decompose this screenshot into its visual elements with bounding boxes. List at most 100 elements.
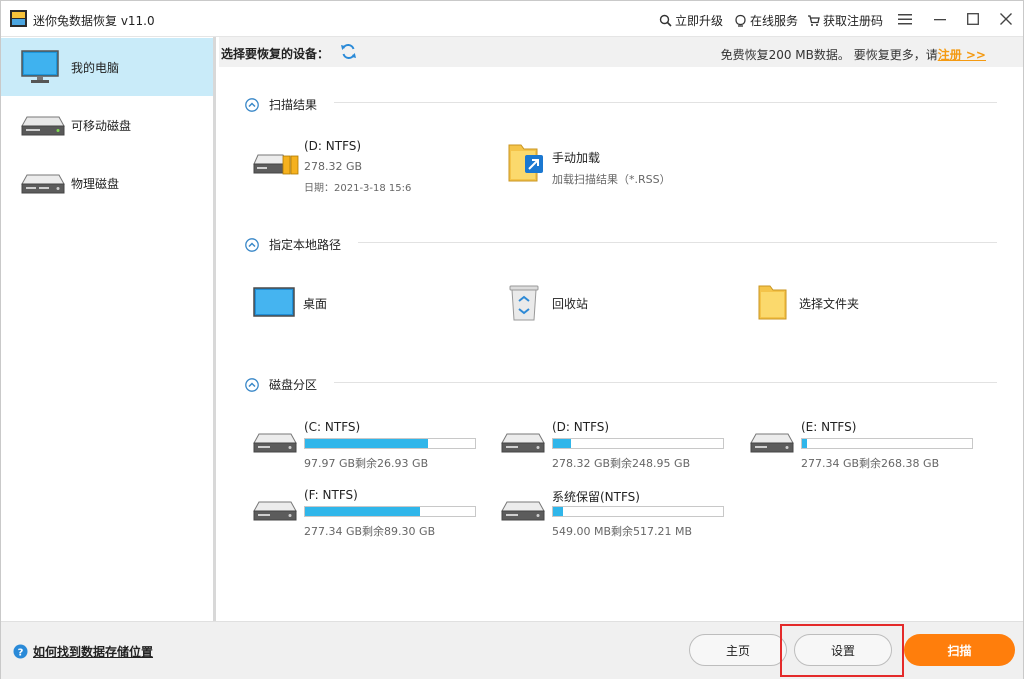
close-button[interactable]	[994, 7, 1018, 31]
recycle-bin-label: 回收站	[552, 297, 589, 311]
search-icon	[659, 14, 672, 27]
section-divider	[358, 242, 997, 243]
section-divider	[334, 102, 997, 103]
monitor-icon	[21, 50, 59, 83]
online-service-label: 在线服务	[750, 14, 799, 28]
home-button[interactable]: 主页	[689, 634, 787, 666]
desktop-item[interactable]: 桌面	[253, 285, 453, 319]
partition-name: (E: NTFS)	[801, 420, 857, 434]
partition-usage-fill	[802, 439, 808, 448]
removable-drive-icon	[21, 116, 65, 136]
device-header-title: 选择要恢复的设备：	[221, 47, 330, 61]
sidebar-item-label: 可移动磁盘	[71, 118, 132, 133]
partition-item[interactable]: 系统保留(NTFS) 549.00 MB剩余517.21 MB	[501, 487, 731, 538]
partition-usage-bar	[801, 438, 973, 449]
app-window: 迷你兔数据恢复 v11.0 立即升级 在线服务 获取注册码 我的电脑 可移动磁盘…	[0, 0, 1024, 679]
maximize-button[interactable]	[961, 7, 985, 31]
minimize-icon	[934, 19, 946, 21]
hard-drive-icon	[501, 501, 545, 521]
cart-icon	[808, 15, 820, 26]
partition-detail: 277.34 GB剩余89.30 GB	[304, 525, 436, 538]
section-title: 扫描结果	[269, 98, 318, 112]
manual-load-title: 手动加载	[552, 151, 601, 165]
scan-result-name: (D: NTFS)	[304, 139, 362, 153]
chat-icon	[735, 14, 746, 27]
hard-drive-icon	[253, 433, 297, 453]
minimize-button[interactable]	[928, 7, 952, 31]
partition-item[interactable]: (D: NTFS) 278.32 GB剩余248.95 GB	[501, 419, 731, 470]
scan-result-date: 日期：2021-3-18 15:6	[304, 183, 412, 194]
free-quota-text: 免费恢复200 MB数据。 要恢复更多，请	[720, 48, 938, 62]
partition-detail: 278.32 GB剩余248.95 GB	[552, 457, 691, 470]
register-link[interactable]: 注册 >>	[938, 48, 986, 62]
section-partitions[interactable]: 磁盘分区	[245, 376, 317, 393]
window-title: 迷你兔数据恢复 v11.0	[33, 14, 155, 28]
sidebar-item-my-computer[interactable]: 我的电脑	[1, 38, 213, 96]
help-icon: ?	[13, 644, 28, 659]
desktop-icon	[253, 287, 295, 317]
partition-name: (F: NTFS)	[304, 488, 358, 502]
partition-usage-fill	[553, 507, 563, 516]
partition-usage-bar	[304, 438, 476, 449]
partition-usage-fill	[305, 507, 421, 516]
manual-load-item[interactable]: 手动加载 加载扫描结果（*.RSS）	[507, 141, 707, 187]
partition-detail: 549.00 MB剩余517.21 MB	[552, 525, 693, 538]
hard-drive-icon	[501, 433, 545, 453]
sidebar-item-label: 我的电脑	[71, 60, 120, 75]
partition-item[interactable]: (F: NTFS) 277.34 GB剩余89.30 GB	[253, 487, 483, 538]
manual-load-subtitle: 加载扫描结果（*.RSS）	[552, 173, 671, 186]
refresh-icon[interactable]	[340, 43, 357, 60]
physical-disk-icon	[21, 174, 65, 194]
folder-icon	[758, 285, 787, 320]
maximize-icon	[967, 13, 979, 25]
partition-detail: 97.97 GB剩余26.93 GB	[304, 457, 429, 470]
scan-button[interactable]: 扫描	[904, 634, 1015, 666]
partition-detail: 277.34 GB剩余268.38 GB	[801, 457, 940, 470]
sidebar-item-label: 物理磁盘	[71, 176, 120, 191]
get-license-label: 获取注册码	[823, 14, 884, 28]
settings-highlight-box	[780, 624, 904, 677]
menu-button[interactable]	[893, 7, 917, 31]
scan-result-item[interactable]: (D: NTFS) 278.32 GB 日期：2021-3-18 15:6	[253, 137, 453, 195]
collapse-chevron-icon	[245, 97, 259, 112]
sidebar: 我的电脑 可移动磁盘 物理磁盘	[1, 37, 216, 621]
select-folder-item[interactable]: 选择文件夹	[757, 283, 957, 321]
close-icon	[1000, 13, 1012, 25]
hard-drive-icon	[750, 433, 794, 453]
recycle-bin-item[interactable]: 回收站	[507, 283, 707, 321]
partition-usage-fill	[305, 439, 429, 448]
partition-item[interactable]: (C: NTFS) 97.97 GB剩余26.93 GB	[253, 419, 483, 470]
help-link[interactable]: ? 如何找到数据存储位置	[13, 643, 153, 660]
partition-name: 系统保留(NTFS)	[552, 490, 640, 504]
upgrade-button[interactable]: 立即升级	[659, 12, 723, 29]
sidebar-item-physical-disk[interactable]: 物理磁盘	[1, 154, 213, 212]
get-license-button[interactable]: 获取注册码	[807, 12, 883, 29]
hamburger-menu-icon	[898, 14, 912, 25]
section-title: 磁盘分区	[269, 378, 318, 392]
drive-with-results-icon	[253, 154, 299, 175]
online-service-button[interactable]: 在线服务	[734, 12, 798, 29]
select-folder-label: 选择文件夹	[799, 297, 860, 311]
section-divider	[334, 382, 997, 383]
title-bar: 迷你兔数据恢复 v11.0 立即升级 在线服务 获取注册码	[1, 1, 1023, 37]
partition-item[interactable]: (E: NTFS) 277.34 GB剩余268.38 GB	[750, 419, 980, 470]
desktop-label: 桌面	[303, 297, 328, 311]
collapse-chevron-icon	[245, 237, 259, 252]
recycle-bin-icon	[509, 285, 539, 321]
free-quota-note: 免费恢复200 MB数据。 要恢复更多，请注册 >>	[721, 46, 986, 63]
partition-usage-bar	[552, 506, 724, 517]
upgrade-label: 立即升级	[675, 14, 724, 28]
partition-usage-bar	[552, 438, 724, 449]
help-link-label: 如何找到数据存储位置	[33, 645, 154, 659]
partition-name: (D: NTFS)	[552, 420, 610, 434]
section-scan-results[interactable]: 扫描结果	[245, 96, 317, 113]
sidebar-item-removable-disk[interactable]: 可移动磁盘	[1, 96, 213, 154]
section-title: 指定本地路径	[269, 238, 342, 252]
folder-load-icon	[508, 144, 543, 182]
svg-text:?: ?	[18, 648, 24, 659]
section-local-path[interactable]: 指定本地路径	[245, 236, 341, 253]
collapse-chevron-icon	[245, 377, 259, 392]
partition-usage-fill	[553, 439, 571, 448]
partition-name: (C: NTFS)	[304, 420, 361, 434]
partition-usage-bar	[304, 506, 476, 517]
